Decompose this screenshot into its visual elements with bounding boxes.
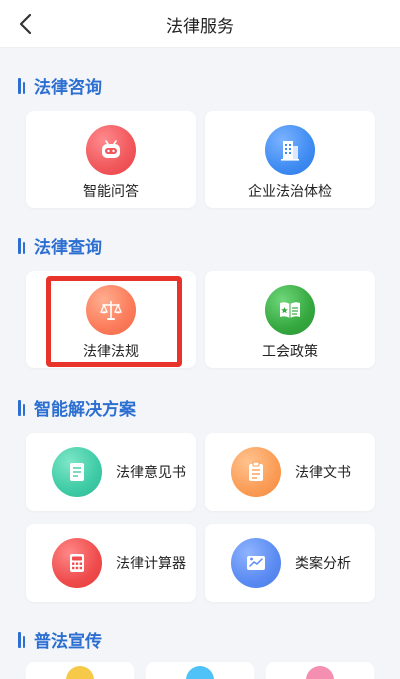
section-marker-icon xyxy=(18,76,26,94)
card-label: 法律文书 xyxy=(295,465,351,481)
card-label: 企业法治体检 xyxy=(248,184,332,200)
publicity-icon xyxy=(66,666,94,679)
card-case-analysis[interactable]: 类案分析 xyxy=(205,524,375,602)
scales-icon xyxy=(86,285,136,335)
robot-icon xyxy=(86,125,136,175)
card-label: 智能问答 xyxy=(83,184,139,200)
card-label: 法律法规 xyxy=(83,344,139,360)
card-label: 工会政策 xyxy=(262,344,318,360)
section-marker-icon xyxy=(18,236,26,254)
section-title-consult: 法律咨询 xyxy=(18,74,102,98)
card-legal-documents[interactable]: 法律文书 xyxy=(205,433,375,511)
calculator-icon xyxy=(52,538,102,588)
card-union-policy[interactable]: 工会政策 xyxy=(205,271,375,368)
card-legal-opinion[interactable]: 法律意见书 xyxy=(26,433,196,511)
book-icon xyxy=(265,285,315,335)
section-marker-icon xyxy=(18,630,26,648)
building-icon xyxy=(265,125,315,175)
publicity-card[interactable] xyxy=(146,662,254,679)
document-icon xyxy=(52,447,102,497)
section-title-text: 法律咨询 xyxy=(34,77,102,98)
section-title-solutions: 智能解决方案 xyxy=(18,396,136,420)
chart-icon xyxy=(231,538,281,588)
section-title-publicity: 普法宣传 xyxy=(18,628,102,652)
publicity-card[interactable] xyxy=(26,662,134,679)
card-label: 类案分析 xyxy=(295,556,351,572)
card-legal-calculator[interactable]: 法律计算器 xyxy=(26,524,196,602)
section-marker-icon xyxy=(18,398,26,416)
section-title-text: 法律查询 xyxy=(34,237,102,258)
clipboard-icon xyxy=(231,447,281,497)
card-smart-qa[interactable]: 智能问答 xyxy=(26,111,196,208)
section-title-text: 普法宣传 xyxy=(34,631,102,652)
publicity-icon xyxy=(306,666,334,679)
page-title: 法律服务 xyxy=(166,17,234,37)
publicity-card[interactable] xyxy=(266,662,374,679)
nav-bar: 法律服务 xyxy=(0,0,400,48)
card-label: 法律计算器 xyxy=(116,556,186,572)
card-laws-regulations[interactable]: 法律法规 xyxy=(26,271,196,368)
publicity-icon xyxy=(186,666,214,679)
card-legal-checkup[interactable]: 企业法治体检 xyxy=(205,111,375,208)
card-label: 法律意见书 xyxy=(116,465,186,481)
section-title-query: 法律查询 xyxy=(18,234,102,258)
section-title-text: 智能解决方案 xyxy=(34,399,136,420)
